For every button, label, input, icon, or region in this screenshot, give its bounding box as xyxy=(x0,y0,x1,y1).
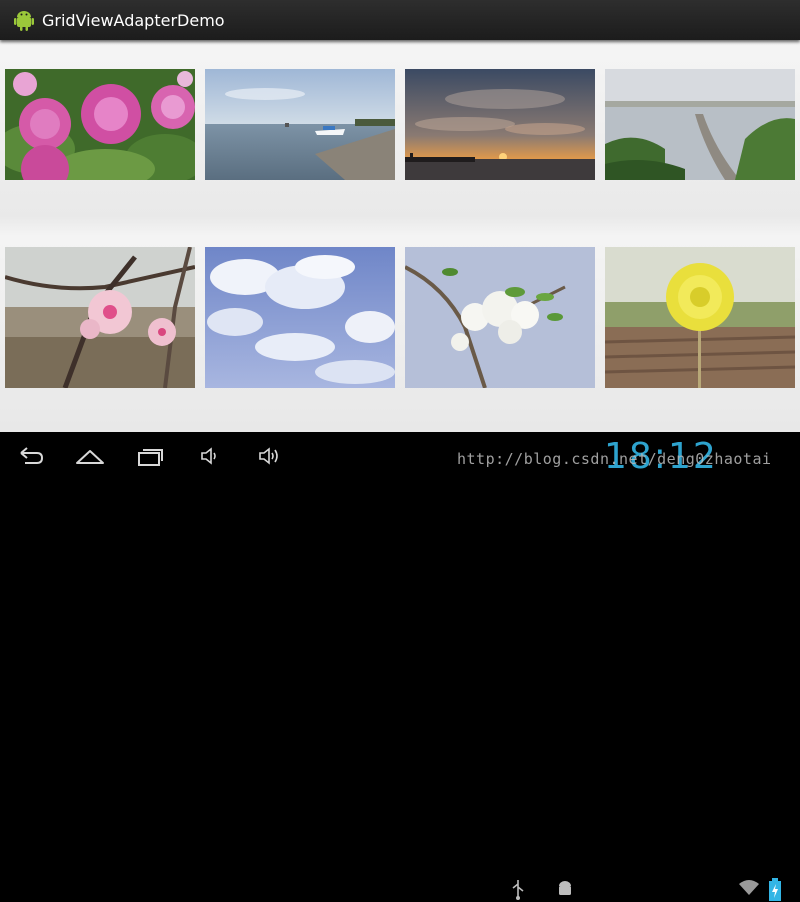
volume-down-button[interactable] xyxy=(190,440,230,472)
volume-up-button[interactable] xyxy=(250,440,290,472)
watermark-text: http://blog.csdn.net/deng0zhaotai xyxy=(457,450,772,468)
recent-apps-button[interactable] xyxy=(130,440,170,472)
android-debug-icon xyxy=(559,881,571,895)
usb-icon xyxy=(512,880,524,900)
volume-down-icon xyxy=(201,447,216,465)
app-title: GridViewAdapterDemo xyxy=(42,10,225,30)
seaside-boat-photo xyxy=(205,69,395,180)
grid-item-peach-blossom-photo[interactable] xyxy=(5,247,195,388)
wifi-icon xyxy=(739,880,759,895)
image-grid xyxy=(0,40,800,432)
back-icon xyxy=(20,447,44,464)
volume-up-icon xyxy=(259,447,278,465)
grid-item-white-blossom-branch-photo[interactable] xyxy=(405,247,595,388)
back-button[interactable] xyxy=(10,440,50,472)
content-area xyxy=(0,40,800,432)
grid-item-pink-peony-photo[interactable] xyxy=(5,69,195,180)
grid-item-seaside-boat-photo[interactable] xyxy=(205,69,395,180)
home-button[interactable] xyxy=(70,440,110,472)
grid-item-sunset-over-water-photo[interactable] xyxy=(405,69,595,180)
battery-icon xyxy=(769,878,781,901)
grid-item-cloudy-sky-photo[interactable] xyxy=(205,247,395,388)
grid-item-coastal-spit-photo[interactable] xyxy=(605,69,795,180)
home-icon xyxy=(76,450,104,464)
recent-apps-icon xyxy=(138,449,163,466)
white-blossom-branch-photo xyxy=(405,247,595,388)
coastal-spit-photo xyxy=(605,69,795,180)
yellow-dandelion-photo xyxy=(605,247,795,388)
cloudy-sky-photo xyxy=(205,247,395,388)
pink-peony-photo xyxy=(5,69,195,180)
android-robot-icon[interactable] xyxy=(12,8,36,32)
peach-blossom-photo xyxy=(5,247,195,388)
sunset-over-water-photo xyxy=(405,69,595,180)
action-bar: GridViewAdapterDemo xyxy=(0,0,800,40)
grid-item-yellow-dandelion-photo[interactable] xyxy=(605,247,795,388)
